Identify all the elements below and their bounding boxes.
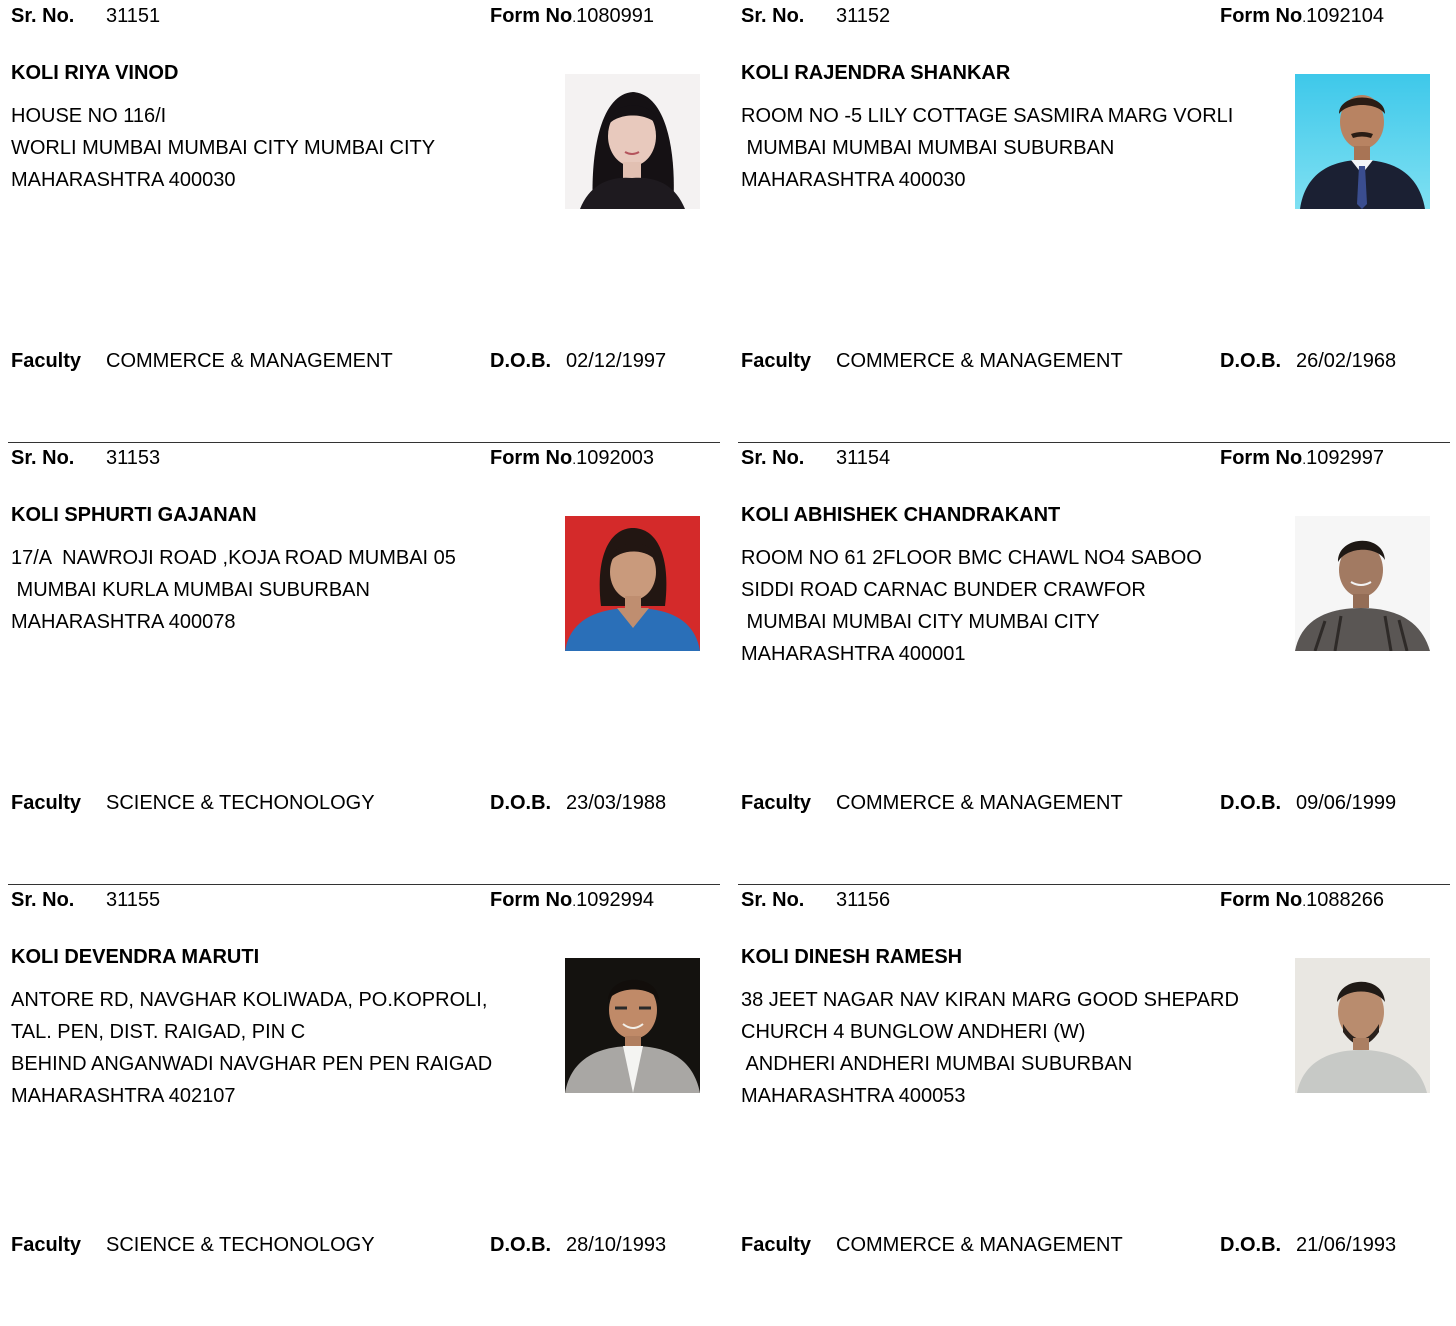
student-card: Sr. No. 31152 Form No.1092104 KOLI RAJEN…: [738, 0, 1450, 443]
student-card: Sr. No. 31154 Form No.1092997 KOLI ABHIS…: [738, 442, 1450, 885]
student-card: Sr. No. 31151 Form No.1080991 KOLI RIYA …: [8, 0, 720, 443]
student-address: 17/A NAWROJI ROAD ,KOJA ROAD MUMBAI 05 M…: [11, 547, 456, 633]
faculty-value: SCIENCE & TECHONOLOGY: [106, 792, 375, 814]
sr-label: Sr. No.: [741, 447, 805, 469]
student-photo: [565, 958, 700, 1093]
sr-label: Sr. No.: [741, 5, 805, 27]
sr-number: 31151: [106, 5, 161, 27]
faculty-label: Faculty: [741, 350, 812, 372]
dob-label: D.O.B.: [1220, 1234, 1282, 1256]
faculty-value: COMMERCE & MANAGEMENT: [836, 1234, 1123, 1256]
dob-label: D.O.B.: [1220, 792, 1282, 814]
faculty-value: SCIENCE & TECHONOLOGY: [106, 1234, 375, 1256]
sr-number: 31153: [106, 447, 161, 469]
form-number: 1092003: [576, 447, 654, 469]
form-number: 1092104: [1306, 5, 1384, 27]
faculty-label: Faculty: [11, 350, 82, 372]
student-address: ROOM NO -5 LILY COTTAGE SASMIRA MARG VOR…: [741, 105, 1234, 191]
sr-number: 31152: [836, 5, 891, 27]
form-number-field: Form No.1092994: [490, 889, 654, 911]
student-photo: [1295, 958, 1430, 1093]
faculty-label: Faculty: [741, 792, 812, 814]
faculty-label: Faculty: [741, 1234, 812, 1256]
form-number-field: Form No.1088266: [1220, 889, 1384, 911]
faculty-value: COMMERCE & MANAGEMENT: [836, 350, 1123, 372]
form-label: Form No: [1220, 889, 1303, 911]
dob-value: 21/06/1993: [1296, 1234, 1397, 1256]
form-label: Form No: [1220, 447, 1303, 469]
sr-label: Sr. No.: [11, 447, 75, 469]
student-address: HOUSE NO 116/I WORLI MUMBAI MUMBAI CITY …: [11, 105, 436, 191]
dob-value: 26/02/1968: [1296, 350, 1397, 372]
student-photo: [1295, 74, 1430, 209]
form-number-field: Form No.1092997: [1220, 447, 1384, 469]
dob-value: 28/10/1993: [566, 1234, 667, 1256]
student-card: Sr. No. 31153 Form No.1092003 KOLI SPHUR…: [8, 442, 720, 885]
form-number-field: Form No.1080991: [490, 5, 654, 27]
student-address: 38 JEET NAGAR NAV KIRAN MARG GOOD SHEPAR…: [741, 989, 1239, 1107]
student-photo: [1295, 516, 1430, 651]
faculty-value: COMMERCE & MANAGEMENT: [106, 350, 393, 372]
sr-label: Sr. No.: [11, 5, 75, 27]
student-name: KOLI RAJENDRA SHANKAR: [741, 62, 1011, 84]
student-card: Sr. No. 31155 Form No.1092994 KOLI DEVEN…: [8, 884, 720, 1326]
sr-number: 31156: [836, 889, 891, 911]
form-number: 1092997: [1306, 447, 1384, 469]
student-address: ROOM NO 61 2FLOOR BMC CHAWL NO4 SABOO SI…: [741, 547, 1202, 665]
dob-value: 09/06/1999: [1296, 792, 1397, 814]
form-label: Form No: [490, 889, 573, 911]
faculty-label: Faculty: [11, 792, 82, 814]
student-name: KOLI RIYA VINOD: [11, 62, 179, 84]
dob-value: 02/12/1997: [566, 350, 667, 372]
form-label: Form No: [490, 5, 573, 27]
dob-value: 23/03/1988: [566, 792, 667, 814]
dob-label: D.O.B.: [1220, 350, 1282, 372]
dob-label: D.O.B.: [490, 792, 552, 814]
student-name: KOLI ABHISHEK CHANDRAKANT: [741, 504, 1061, 526]
student-address: ANTORE RD, NAVGHAR KOLIWADA, PO.KOPROLI,…: [11, 989, 493, 1107]
dob-label: D.O.B.: [490, 350, 552, 372]
student-name: KOLI SPHURTI GAJANAN: [11, 504, 257, 526]
faculty-value: COMMERCE & MANAGEMENT: [836, 792, 1123, 814]
student-card: Sr. No. 31156 Form No.1088266 KOLI DINES…: [738, 884, 1450, 1326]
form-number: 1080991: [576, 5, 654, 27]
sr-number: 31155: [106, 889, 161, 911]
form-label: Form No: [1220, 5, 1303, 27]
dob-label: D.O.B.: [490, 1234, 552, 1256]
form-number: 1092994: [576, 889, 654, 911]
student-photo: [565, 74, 700, 209]
form-number-field: Form No.1092003: [490, 447, 654, 469]
student-name: KOLI DEVENDRA MARUTI: [11, 946, 260, 968]
student-photo: [565, 516, 700, 651]
sr-label: Sr. No.: [741, 889, 805, 911]
form-number: 1088266: [1306, 889, 1384, 911]
sr-number: 31154: [836, 447, 891, 469]
sr-label: Sr. No.: [11, 889, 75, 911]
faculty-label: Faculty: [11, 1234, 82, 1256]
form-label: Form No: [490, 447, 573, 469]
student-name: KOLI DINESH RAMESH: [741, 946, 963, 968]
form-number-field: Form No.1092104: [1220, 5, 1384, 27]
